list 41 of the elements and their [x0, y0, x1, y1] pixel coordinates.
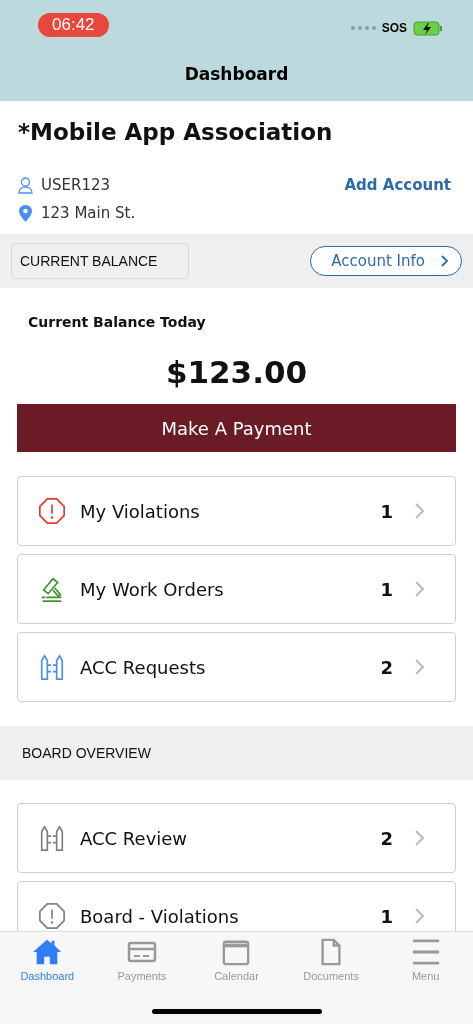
home-icon — [32, 938, 63, 966]
list-card[interactable]: ACC Requests 2 — [17, 632, 456, 702]
chevron-icon — [415, 659, 425, 675]
signal-icon — [350, 26, 376, 30]
username: USER123 — [41, 176, 111, 194]
count: 1 — [380, 905, 393, 927]
card-label: ACC Review — [80, 827, 189, 849]
status-time: 06:42 — [38, 13, 109, 37]
count: 2 — [380, 827, 393, 849]
menu-icon — [410, 938, 441, 966]
section-header: BOARD OVERVIEW — [0, 726, 473, 780]
list-card[interactable]: Board - Violations 1 — [17, 881, 456, 931]
card-label: Board - Violations — [80, 905, 240, 927]
card-label: My Work Orders — [80, 578, 225, 600]
count: 1 — [380, 578, 393, 600]
calendar-icon — [221, 938, 252, 966]
list-card[interactable]: ACC Review 2 — [17, 803, 456, 873]
balance-amount: $123.00 — [164, 354, 309, 390]
address: 123 Main St. — [41, 204, 136, 222]
card-label: ACC Requests — [80, 656, 207, 678]
tab-bar-item[interactable]: Dashboard — [7, 938, 88, 982]
make-payment-button[interactable]: Make A Payment — [17, 404, 456, 452]
balance-caption: Current Balance Today — [27, 314, 207, 330]
chevron-icon — [441, 255, 449, 267]
screen-title: Dashboard — [183, 62, 290, 86]
chevron-icon — [415, 830, 425, 846]
count: 2 — [380, 656, 393, 678]
carrier-label: SOS — [381, 21, 407, 35]
count: 1 — [380, 500, 393, 522]
card-label: My Violations — [80, 500, 201, 522]
account-info-button[interactable]: Account Info — [310, 246, 462, 276]
location-pin-icon — [18, 204, 33, 222]
chevron-icon — [415, 503, 425, 519]
chevron-icon — [415, 908, 425, 924]
battery-icon — [413, 20, 443, 36]
list-card[interactable]: My Violations 1 — [17, 476, 456, 546]
association-name: *Mobile App Association — [18, 119, 334, 145]
add-account-link[interactable]: Add Account — [344, 176, 461, 194]
list-card[interactable]: My Work Orders 1 — [17, 554, 456, 624]
user-icon — [18, 176, 33, 194]
chevron-icon — [415, 581, 425, 597]
